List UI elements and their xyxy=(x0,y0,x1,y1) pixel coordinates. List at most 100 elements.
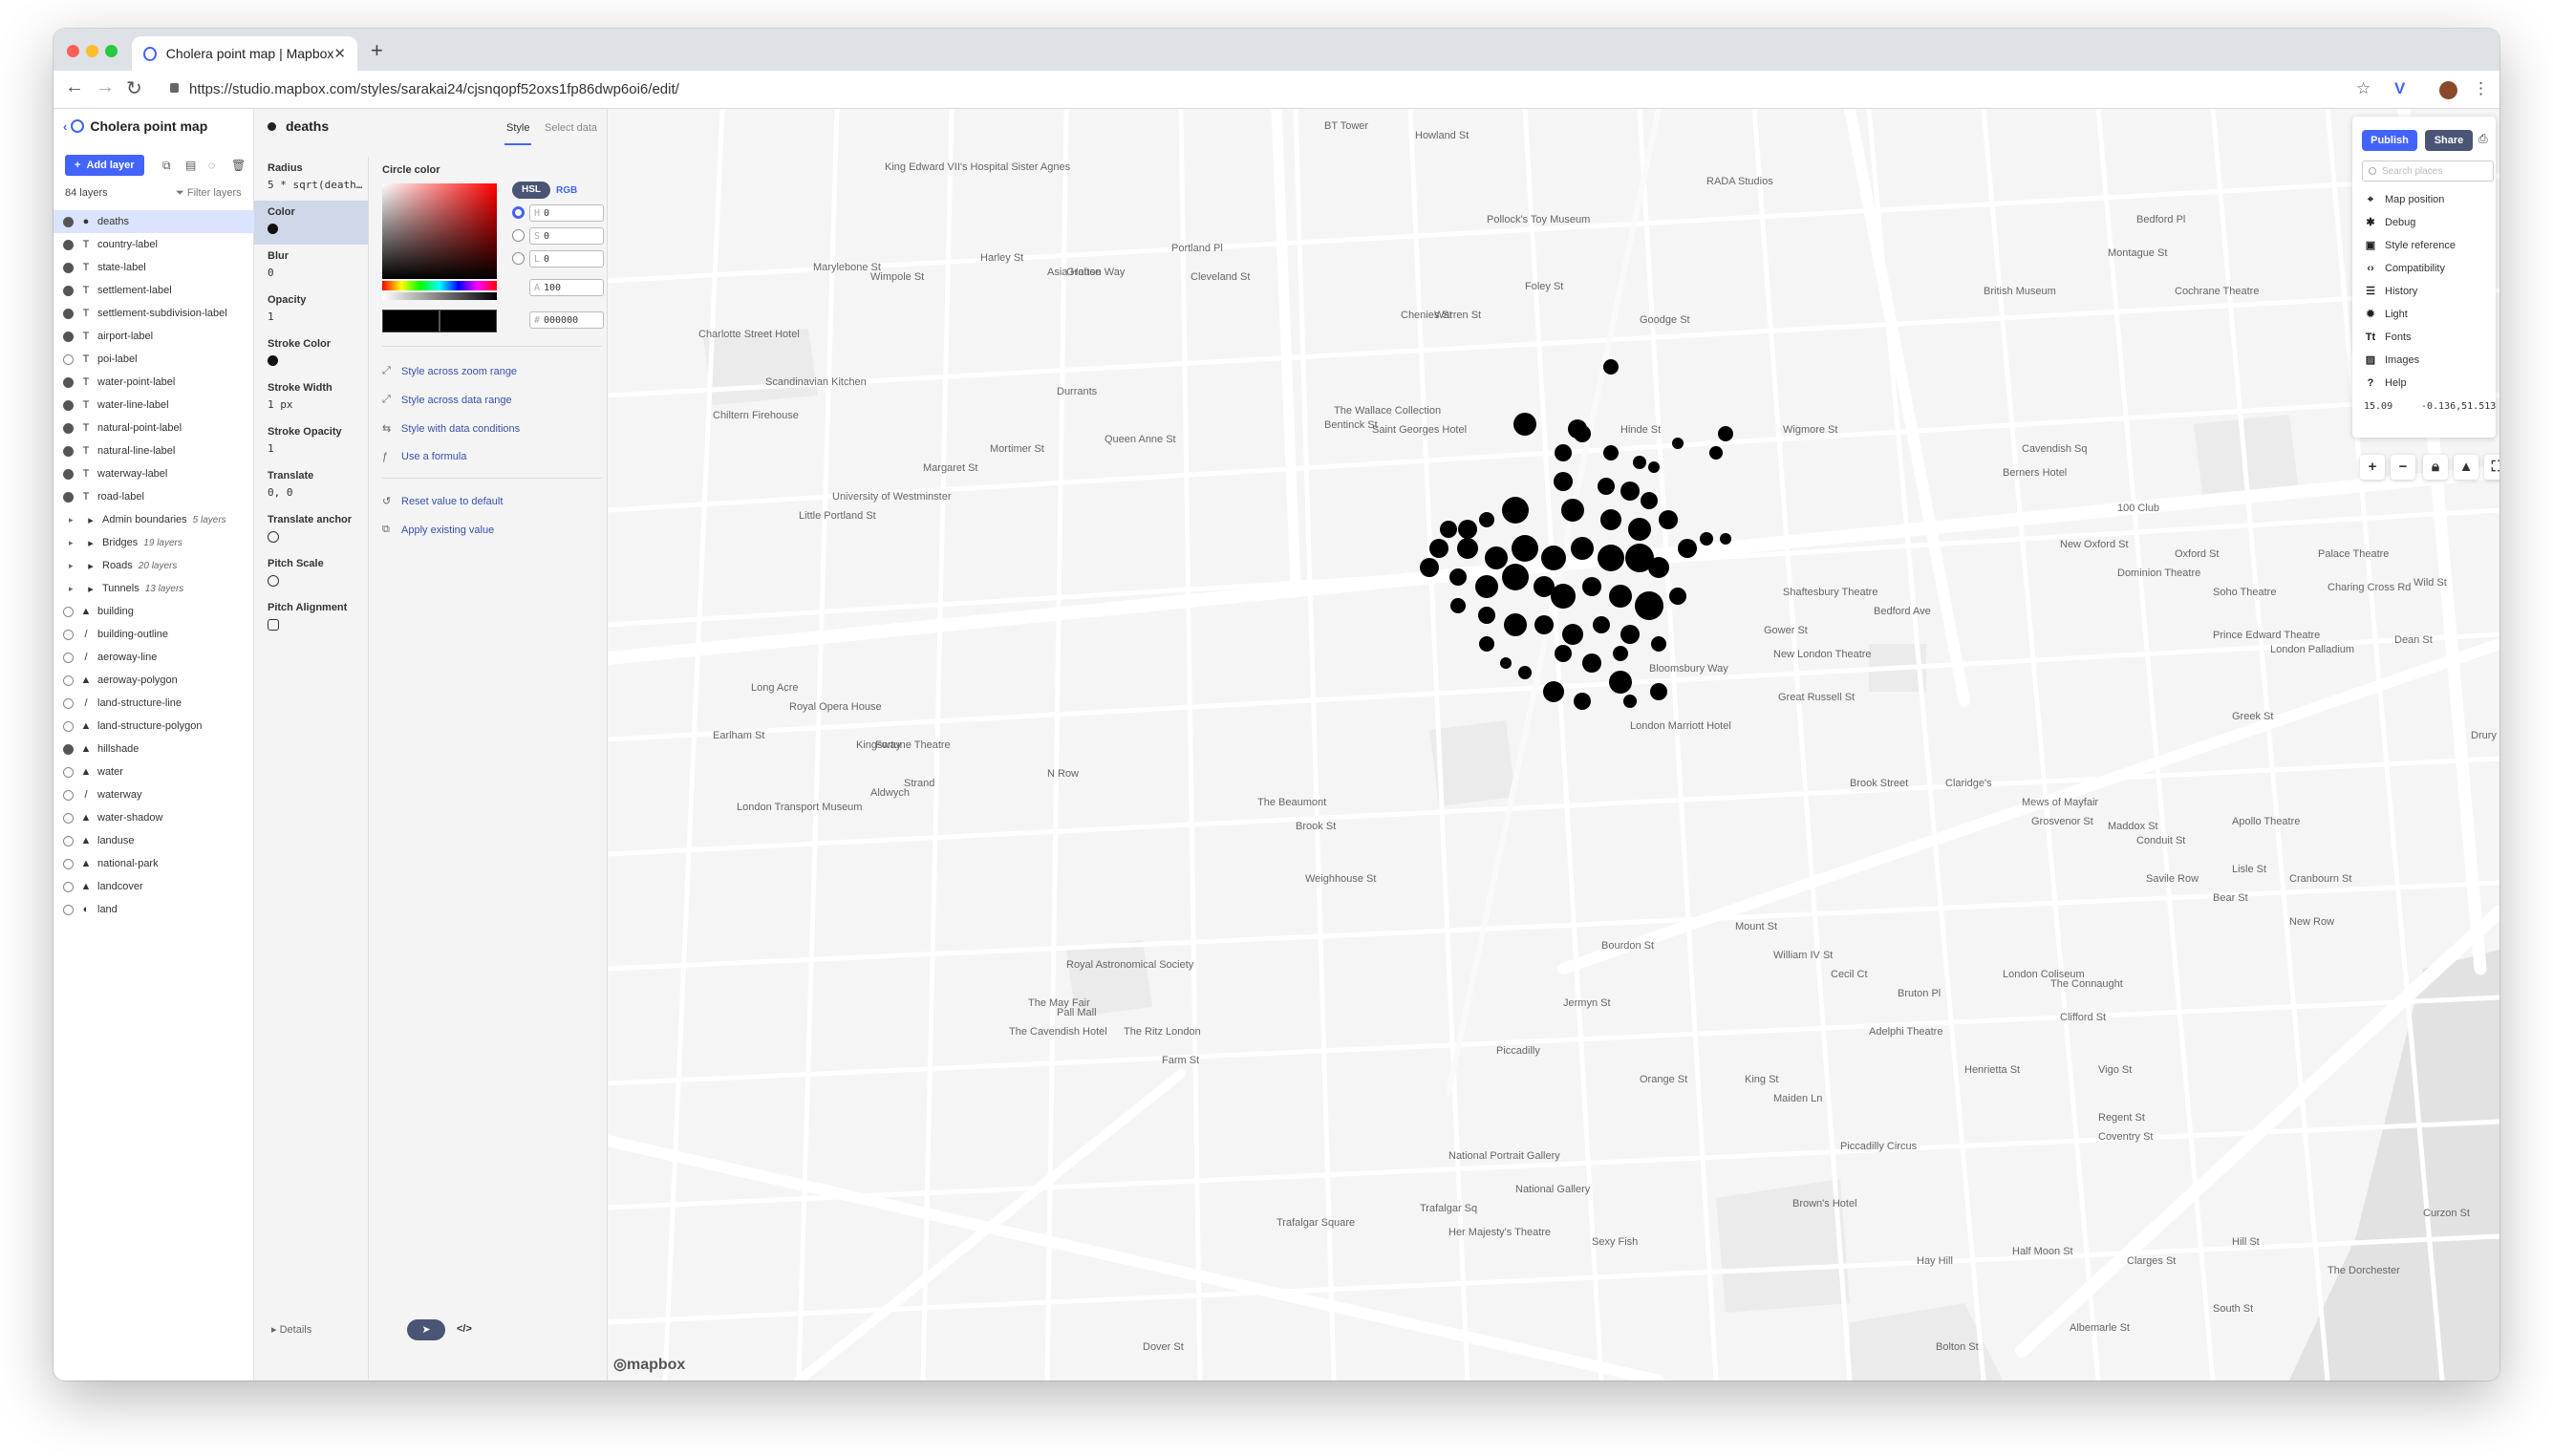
death-point[interactable] xyxy=(1571,537,1594,560)
close-window-button[interactable] xyxy=(67,45,79,57)
layer-group[interactable]: ▸ ▸ Tunnels 13 layers xyxy=(54,577,254,600)
death-point[interactable] xyxy=(1648,557,1669,578)
layer-row[interactable]: Tcountry-label xyxy=(54,233,254,256)
lock-icon[interactable]: 🔒︎ xyxy=(2423,455,2448,480)
toolbar-item[interactable]: ▣ Style reference xyxy=(2364,239,2456,252)
browser-menu-icon[interactable]: ⋮ xyxy=(2473,79,2489,98)
visibility-toggle[interactable] xyxy=(63,353,74,365)
layer-row[interactable]: / building-outline xyxy=(54,623,254,646)
death-point[interactable] xyxy=(1641,492,1658,509)
layer-row[interactable]: Tnatural-point-label xyxy=(54,417,254,439)
death-point[interactable] xyxy=(1534,615,1554,634)
visibility-toggle[interactable] xyxy=(63,652,74,663)
death-point[interactable] xyxy=(1512,535,1538,562)
toolbar-item[interactable]: ▨ Images xyxy=(2364,353,2419,367)
death-point[interactable] xyxy=(1603,445,1619,460)
print-icon[interactable]: ⎙ xyxy=(2478,132,2488,146)
alpha-input[interactable]: A 100 xyxy=(529,279,604,296)
browser-tab[interactable]: Cholera point map | Mapbox ✕ xyxy=(132,36,357,71)
death-point[interactable] xyxy=(1554,472,1573,491)
death-point[interactable] xyxy=(1650,683,1667,700)
visibility-toggle[interactable] xyxy=(63,468,74,480)
layer-row[interactable]: ▲ water-shadow xyxy=(54,806,254,829)
layer-row[interactable]: Twaterway-label xyxy=(54,462,254,485)
zoom-out-button[interactable]: − xyxy=(2391,455,2415,480)
duplicate-layer-icon[interactable]: ⧉ xyxy=(162,159,171,173)
layer-row[interactable]: ◐ land xyxy=(54,898,254,921)
hsl-toggle[interactable]: HSL xyxy=(512,182,550,199)
tab-style[interactable]: Style xyxy=(504,122,532,145)
death-point[interactable] xyxy=(1598,478,1615,495)
death-point[interactable] xyxy=(1429,539,1448,558)
back-chevron-icon[interactable]: ‹ xyxy=(63,119,67,134)
prop-translate[interactable]: Translate 0, 0 xyxy=(254,464,368,508)
death-point[interactable] xyxy=(1574,425,1591,442)
fullscreen-icon[interactable]: ⛶ xyxy=(2484,455,2499,480)
visibility-toggle[interactable] xyxy=(63,308,74,319)
visibility-toggle[interactable] xyxy=(63,629,74,640)
saturation-lightness-area[interactable] xyxy=(382,183,497,279)
toolbar-item[interactable]: ⌖ Map position xyxy=(2364,193,2444,206)
death-point[interactable] xyxy=(1551,584,1576,609)
new-tab-button[interactable]: + xyxy=(371,38,383,63)
close-tab-icon[interactable]: ✕ xyxy=(333,45,346,62)
search-places-input[interactable]: Search places xyxy=(2362,161,2494,182)
address-bar[interactable]: https://studio.mapbox.com/styles/sarakai… xyxy=(189,81,679,97)
death-point[interactable] xyxy=(1613,646,1628,661)
hex-input[interactable]: #000000 xyxy=(529,311,604,329)
bookmark-star-icon[interactable]: ☆ xyxy=(2356,79,2371,98)
death-point[interactable] xyxy=(1635,591,1663,620)
layer-row[interactable]: Tpoi-label xyxy=(54,348,254,371)
death-point[interactable] xyxy=(1513,413,1536,436)
toolbar-item[interactable]: ☰ History xyxy=(2364,285,2417,298)
publish-button[interactable]: Publish xyxy=(2362,130,2417,151)
death-point[interactable] xyxy=(1479,636,1494,652)
hue-slider[interactable] xyxy=(382,281,497,290)
death-point[interactable] xyxy=(1502,564,1529,590)
style-zoom-range-button[interactable]: ⤢ Style across zoom range xyxy=(382,365,517,377)
forward-arrow-icon[interactable]: → xyxy=(96,76,115,98)
style-header[interactable]: ‹ Cholera point map xyxy=(63,118,207,134)
share-button[interactable]: Share xyxy=(2425,130,2473,151)
visibility-toggle[interactable] xyxy=(63,216,74,227)
death-point[interactable] xyxy=(1541,546,1566,570)
layer-row[interactable]: Tnatural-line-label xyxy=(54,439,254,462)
death-point[interactable] xyxy=(1609,671,1632,694)
death-point[interactable] xyxy=(1504,613,1527,636)
death-point[interactable] xyxy=(1600,509,1621,530)
visibility-toggle[interactable] xyxy=(63,881,74,892)
death-point[interactable] xyxy=(1555,645,1572,662)
death-point[interactable] xyxy=(1709,446,1723,460)
visibility-toggle[interactable] xyxy=(63,720,74,732)
death-point[interactable] xyxy=(1633,456,1646,469)
style-data-conditions-button[interactable]: ⇆ Style with data conditions xyxy=(382,422,520,436)
chevron-right-icon[interactable]: ▸ xyxy=(69,538,80,548)
death-point[interactable] xyxy=(1561,499,1584,522)
death-point[interactable] xyxy=(1659,510,1678,529)
use-formula-button[interactable]: ƒ Use a formula xyxy=(382,451,466,462)
reset-default-button[interactable]: ↺ Reset value to default xyxy=(382,495,503,508)
death-point[interactable] xyxy=(1449,568,1467,586)
profile-avatar[interactable] xyxy=(2439,81,2457,99)
hue-input[interactable]: H0 xyxy=(529,204,604,222)
layer-row[interactable]: / land-structure-line xyxy=(54,692,254,715)
toolbar-item[interactable]: ? Help xyxy=(2364,376,2407,390)
chevron-right-icon[interactable]: ▸ xyxy=(69,515,80,525)
layer-row[interactable]: ▲ water xyxy=(54,760,254,783)
death-point[interactable] xyxy=(1450,598,1466,613)
death-point[interactable] xyxy=(1720,533,1731,545)
death-point[interactable] xyxy=(1623,695,1637,708)
death-point[interactable] xyxy=(1502,497,1529,524)
visibility-toggle[interactable] xyxy=(63,239,74,250)
prop-radius[interactable]: Radius 5 * sqrt(death… xyxy=(254,157,368,201)
death-point[interactable] xyxy=(1700,532,1713,546)
death-point[interactable] xyxy=(1609,585,1632,608)
death-point[interactable] xyxy=(1574,693,1591,710)
layer-row[interactable]: Tairport-label xyxy=(54,325,254,348)
prop-stroke-opacity[interactable]: Stroke Opacity 1 xyxy=(254,420,368,464)
death-point[interactable] xyxy=(1620,625,1640,644)
death-point[interactable] xyxy=(1518,666,1532,679)
layer-row[interactable]: ▲ hillshade xyxy=(54,738,254,760)
layer-row[interactable]: Troad-label xyxy=(54,485,254,508)
compass-icon[interactable]: ▲ xyxy=(2454,455,2478,480)
